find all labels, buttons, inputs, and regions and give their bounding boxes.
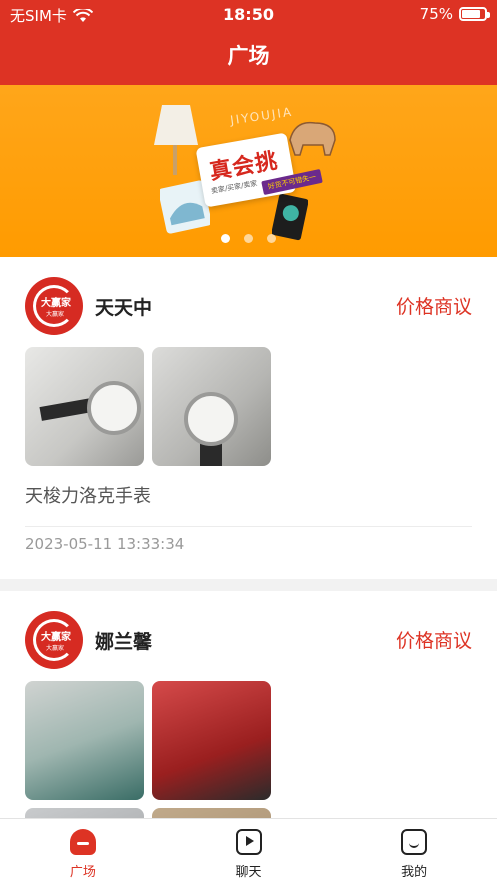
post-header: 大赢家 大赢家 娜兰馨 价格商议 — [25, 611, 472, 669]
carousel-dots — [0, 234, 497, 243]
page-title: 广场 — [227, 44, 270, 68]
status-bar: 无SIM卡 18:50 75% — [0, 0, 497, 30]
avatar-subtext: 大赢家 — [46, 645, 65, 652]
photo-4[interactable] — [152, 808, 271, 818]
carousel-dot-1[interactable] — [221, 234, 230, 243]
photo-3[interactable] — [25, 808, 144, 818]
post-username[interactable]: 天天中 — [95, 293, 152, 320]
avatar-subtext: 大赢家 — [46, 311, 65, 318]
price-negotiation-button[interactable]: 价格商议 — [396, 626, 472, 653]
tab-chat[interactable]: 聊天 — [166, 819, 332, 883]
post-divider — [25, 526, 472, 527]
avatar-text: 大赢家 — [41, 298, 71, 309]
post-title[interactable]: 天梭力洛克手表 — [25, 482, 472, 508]
app-header: 无SIM卡 18:50 75% 广场 — [0, 0, 497, 85]
carousel-dot-3[interactable] — [267, 234, 276, 243]
elephant-model-icon — [289, 121, 336, 156]
price-negotiation-button[interactable]: 价格商议 — [396, 292, 472, 319]
promo-banner[interactable]: JIYOUJIA 真会挑 卖家/买家/卖家 好货不可错失一 — [0, 85, 497, 257]
post-photos — [25, 681, 285, 818]
battery-icon — [459, 7, 490, 21]
baby-walker-photo[interactable] — [25, 681, 144, 800]
avatar[interactable]: 大赢家 大赢家 — [25, 277, 83, 335]
tab-profile[interactable]: 我的 — [331, 819, 497, 883]
square-icon — [69, 829, 96, 855]
carousel-dot-2[interactable] — [244, 234, 253, 243]
avatar-text: 大赢家 — [41, 632, 71, 643]
avatar[interactable]: 大赢家 大赢家 — [25, 611, 83, 669]
bag-photo[interactable] — [152, 681, 271, 800]
post-timestamp: 2023-05-11 13:33:34 — [25, 535, 185, 553]
chat-icon — [235, 829, 262, 855]
lamp-icon — [154, 105, 198, 175]
tab-label: 广场 — [69, 865, 96, 880]
tab-label: 聊天 — [235, 865, 262, 880]
post-card[interactable]: 大赢家 大赢家 天天中 价格商议 天梭力洛克手表 2023-05-11 13:3… — [0, 257, 497, 579]
watch-photo-2[interactable] — [152, 347, 271, 466]
post-photos — [25, 347, 285, 466]
watch-face — [184, 392, 238, 446]
watch-face — [87, 381, 141, 435]
post-feed[interactable]: 大赢家 大赢家 天天中 价格商议 天梭力洛克手表 2023-05-11 13:3… — [0, 257, 497, 818]
bottom-tab-bar: 广场 聊天 我的 — [0, 818, 497, 883]
tab-label: 我的 — [401, 865, 428, 880]
post-header: 大赢家 大赢家 天天中 价格商议 — [25, 277, 472, 335]
post-username[interactable]: 娜兰馨 — [95, 627, 152, 654]
battery-percent: 75% — [419, 5, 453, 23]
watch-photo-1[interactable] — [25, 347, 144, 466]
profile-icon — [401, 829, 428, 855]
post-card[interactable]: 大赢家 大赢家 娜兰馨 价格商议 — [0, 591, 497, 818]
tab-square[interactable]: 广场 — [0, 819, 166, 883]
battery-status: 75% — [419, 5, 490, 23]
